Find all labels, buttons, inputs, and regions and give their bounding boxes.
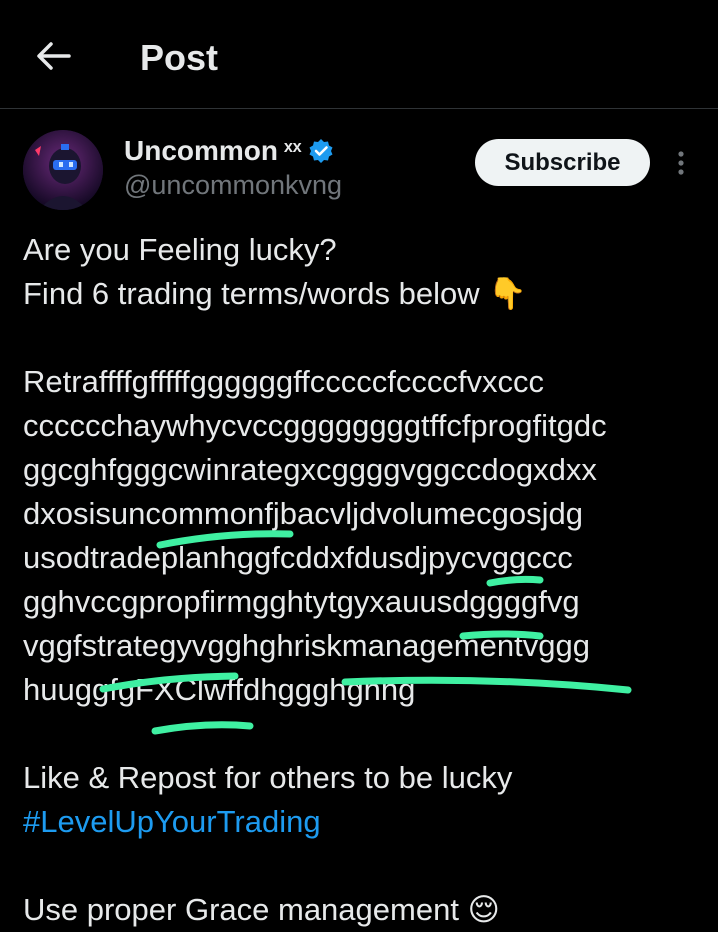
- author-name-row[interactable]: Uncommon ˣˣ: [124, 132, 334, 170]
- puzzle-line: vggfstrategyvgghghriskmanagementvggg: [23, 628, 590, 663]
- pointing-down-emoji: 👇: [488, 276, 527, 311]
- puzzle-line: cccccchaywhycvccggggggggtffcfprogfitgdc: [23, 408, 607, 443]
- avatar-image: [23, 130, 103, 210]
- puzzle-line: ggcghfgggcwinrategxcggggvggccdogxdxx: [23, 452, 597, 487]
- back-button[interactable]: [34, 36, 74, 76]
- relieved-emoji: 😌: [467, 892, 500, 927]
- puzzle-line: gghvccgpropfirmgghtytgyxauusdggggfvg: [23, 584, 580, 619]
- more-vertical-icon: [678, 151, 684, 175]
- call-to-action-line: Like & Repost for others to be lucky: [23, 760, 513, 795]
- author-handle[interactable]: @uncommonkvng: [124, 170, 342, 201]
- footer-line: Use proper Grace management 😌: [23, 892, 500, 927]
- puzzle-line: dxosisuncommonfjbacvljdvolumecgosjdg: [23, 496, 583, 531]
- puzzle-line: usodtradeplanhggfcddxfdusdjpycvggccc: [23, 540, 573, 575]
- hashtag-link[interactable]: #LevelUpYourTrading: [23, 804, 321, 839]
- puzzle-line: huuggfgFXClwffdhggghghhg: [23, 672, 416, 707]
- verified-badge-icon: [309, 139, 333, 163]
- arrow-left-icon: [37, 42, 71, 70]
- puzzle-block: Retraffffgfffffggggggffcccccfccccfvxccc …: [23, 360, 713, 712]
- top-bar: Post: [0, 0, 718, 109]
- author-name-glyph: ˣˣ: [284, 137, 302, 164]
- post-instruction-line: Find 6 trading terms/words below 👇: [23, 276, 527, 311]
- puzzle-line: Retraffffgfffffggggggffcccccfccccfvxccc: [23, 364, 544, 399]
- author-display-name[interactable]: Uncommon: [124, 135, 278, 167]
- post-intro-line: Are you Feeling lucky?: [23, 232, 337, 267]
- post-text: Are you Feeling lucky? Find 6 trading te…: [23, 228, 713, 932]
- more-options-button[interactable]: [665, 146, 697, 180]
- page-title: Post: [140, 37, 219, 78]
- avatar[interactable]: [23, 130, 103, 210]
- subscribe-button[interactable]: Subscribe: [475, 139, 650, 186]
